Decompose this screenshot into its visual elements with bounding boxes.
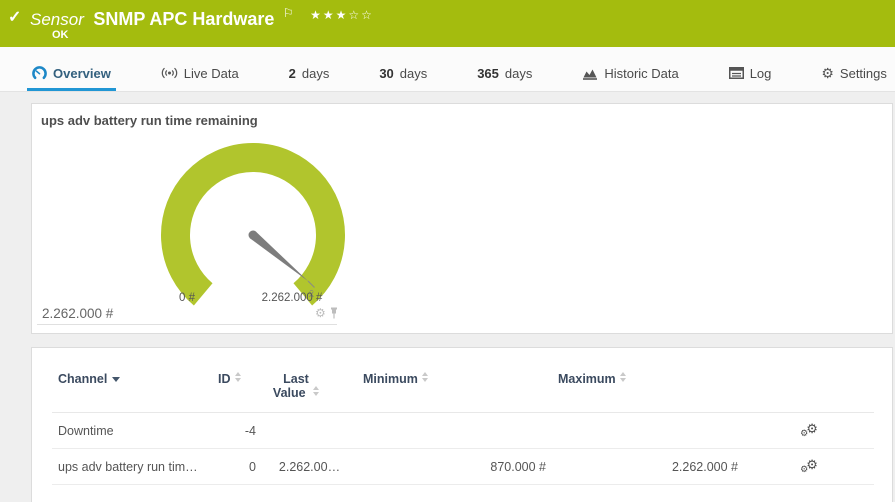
channel-name-cell: Downtime — [52, 413, 212, 449]
sort-desc-icon — [112, 377, 120, 382]
page-title: SNMP APC Hardware — [93, 9, 274, 29]
sensor-status-header: ✓ Sensor SNMP APC Hardware ⚐ ★★★☆☆ OK — [0, 0, 895, 47]
table-row: Downtime -4 ⚙⚙ — [52, 413, 874, 449]
sort-icon — [313, 386, 319, 396]
pin-icon[interactable] — [329, 307, 339, 319]
column-header-id[interactable]: ID — [212, 364, 262, 413]
tab-live-data[interactable]: Live Data — [156, 58, 244, 91]
column-label: ID — [218, 372, 231, 386]
sort-icon — [620, 372, 626, 382]
channel-table-panel: Channel ID Last Value Minimum Maximum — [31, 347, 893, 502]
tab-label: days — [400, 66, 427, 81]
tab-label: days — [302, 66, 329, 81]
column-header-last-value[interactable]: Last Value — [262, 364, 357, 413]
tab-number: 30 — [379, 66, 393, 81]
column-header-actions — [744, 364, 874, 413]
gauge-panel: ups adv battery run time remaining x̄ 0 … — [31, 103, 893, 334]
channel-id-cell: -4 — [212, 413, 262, 449]
gauge-current-value: 2.262.000 # — [42, 306, 113, 321]
tab-label: Overview — [53, 66, 111, 81]
tab-number: 365 — [477, 66, 499, 81]
battery-runtime-gauge: x̄ — [153, 135, 353, 313]
gauge-min-label: 0 # — [157, 292, 217, 304]
tab-label: Log — [750, 66, 772, 81]
divider — [37, 324, 337, 325]
last-value-cell — [262, 413, 357, 449]
gear-icon[interactable]: ⚙ — [315, 307, 326, 319]
sensor-title-line: Sensor SNMP APC Hardware ⚐ ★★★☆☆ — [30, 6, 374, 30]
log-icon — [729, 67, 744, 79]
tab-2-days[interactable]: 2 days — [284, 58, 335, 91]
sort-icon — [422, 372, 428, 382]
live-data-icon — [161, 66, 178, 80]
tab-historic-data[interactable]: Historic Data — [577, 58, 683, 91]
tab-bar: Overview Live Data 2 days 30 days — [0, 47, 895, 92]
gauge-needle — [250, 232, 308, 282]
channel-id-cell: 0 — [212, 449, 262, 485]
minimum-cell — [357, 413, 552, 449]
tab-number: 2 — [289, 66, 296, 81]
historic-data-icon — [582, 67, 598, 80]
maximum-cell — [552, 413, 744, 449]
column-header-channel[interactable]: Channel — [52, 364, 212, 413]
column-header-minimum[interactable]: Minimum — [357, 364, 552, 413]
check-icon: ✓ — [8, 7, 21, 27]
gauge-title: ups adv battery run time remaining — [41, 113, 258, 128]
column-label: Minimum — [363, 372, 418, 386]
channel-name-cell: ups adv battery run tim… — [52, 449, 212, 485]
last-value-cell: 2.262.00… — [262, 449, 357, 485]
status-badge: OK — [52, 29, 69, 41]
gear-icon: ⚙ — [821, 66, 834, 80]
tab-30-days[interactable]: 30 days — [374, 58, 432, 91]
sort-icon — [235, 372, 241, 382]
column-header-maximum[interactable]: Maximum — [552, 364, 744, 413]
flag-icon[interactable]: ⚐ — [283, 6, 294, 20]
tab-overview[interactable]: Overview — [27, 58, 116, 91]
table-row: ups adv battery run tim… 0 2.262.00… 870… — [52, 449, 874, 485]
table-header-row: Channel ID Last Value Minimum Maximum — [52, 364, 874, 413]
prtg-sensor-page: ✓ Sensor SNMP APC Hardware ⚐ ★★★☆☆ OK Ov… — [0, 0, 895, 502]
tab-settings[interactable]: ⚙ Settings — [816, 58, 892, 91]
maximum-cell: 2.262.000 # — [552, 449, 744, 485]
tab-label: Live Data — [184, 66, 239, 81]
channel-table: Channel ID Last Value Minimum Maximum — [52, 364, 874, 485]
sensor-kicker: Sensor — [30, 10, 84, 29]
tab-label: days — [505, 66, 532, 81]
column-label: Maximum — [558, 372, 616, 386]
column-label: Channel — [58, 372, 107, 386]
gauge-icon — [32, 66, 47, 81]
channel-settings-icon[interactable]: ⚙⚙ — [800, 425, 818, 439]
minimum-cell: 870.000 # — [357, 449, 552, 485]
channel-settings-icon[interactable]: ⚙⚙ — [800, 461, 818, 475]
tab-label: Settings — [840, 66, 887, 81]
gauge-toolbar: ⚙ — [315, 307, 339, 319]
gauge-max-label: 2.262.000 # — [232, 292, 352, 304]
priority-stars[interactable]: ★★★☆☆ — [310, 8, 374, 22]
tab-label: Historic Data — [604, 66, 678, 81]
tab-log[interactable]: Log — [724, 58, 777, 91]
tab-365-days[interactable]: 365 days — [472, 58, 537, 91]
column-label: Last Value — [273, 372, 309, 400]
